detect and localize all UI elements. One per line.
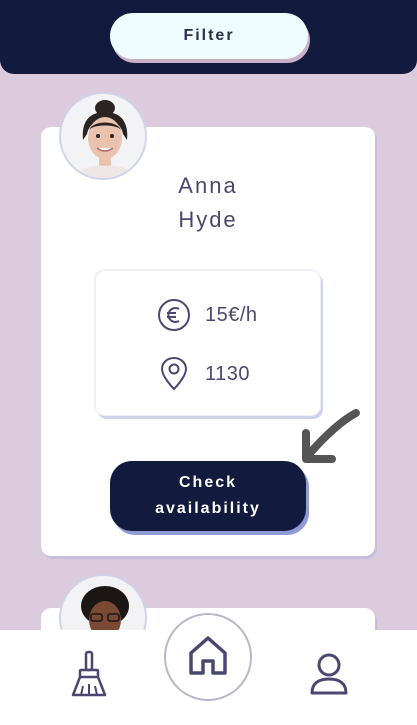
broom-icon (69, 650, 109, 703)
nav-profile-button[interactable] (306, 652, 352, 700)
price-value: 15€/h (205, 303, 258, 326)
info-box: 15€/h 1130 (95, 270, 321, 416)
location-value: 1130 (205, 362, 251, 385)
home-icon (186, 633, 230, 682)
check-availability-line1: Check (178, 474, 238, 491)
price-row: 15€/h (156, 297, 258, 333)
location-pin-icon (156, 356, 192, 392)
check-availability-line2: availability (155, 500, 261, 517)
top-bar: Filter (0, 0, 417, 74)
caregiver-last-name: Hyde (178, 207, 238, 232)
caregiver-card: Anna Hyde 15€/h 1130 Check availability (41, 127, 375, 556)
location-row: 1130 (156, 356, 250, 392)
bottom-nav (0, 613, 417, 725)
euro-icon (156, 297, 192, 333)
nav-broom-button[interactable] (66, 650, 112, 703)
caregiver-avatar (59, 92, 147, 180)
user-icon (309, 652, 349, 701)
nav-home-button[interactable] (164, 613, 252, 701)
filter-button[interactable]: Filter (110, 13, 308, 59)
check-availability-button[interactable]: Check availability (110, 461, 306, 531)
arrow-icon (296, 405, 366, 474)
